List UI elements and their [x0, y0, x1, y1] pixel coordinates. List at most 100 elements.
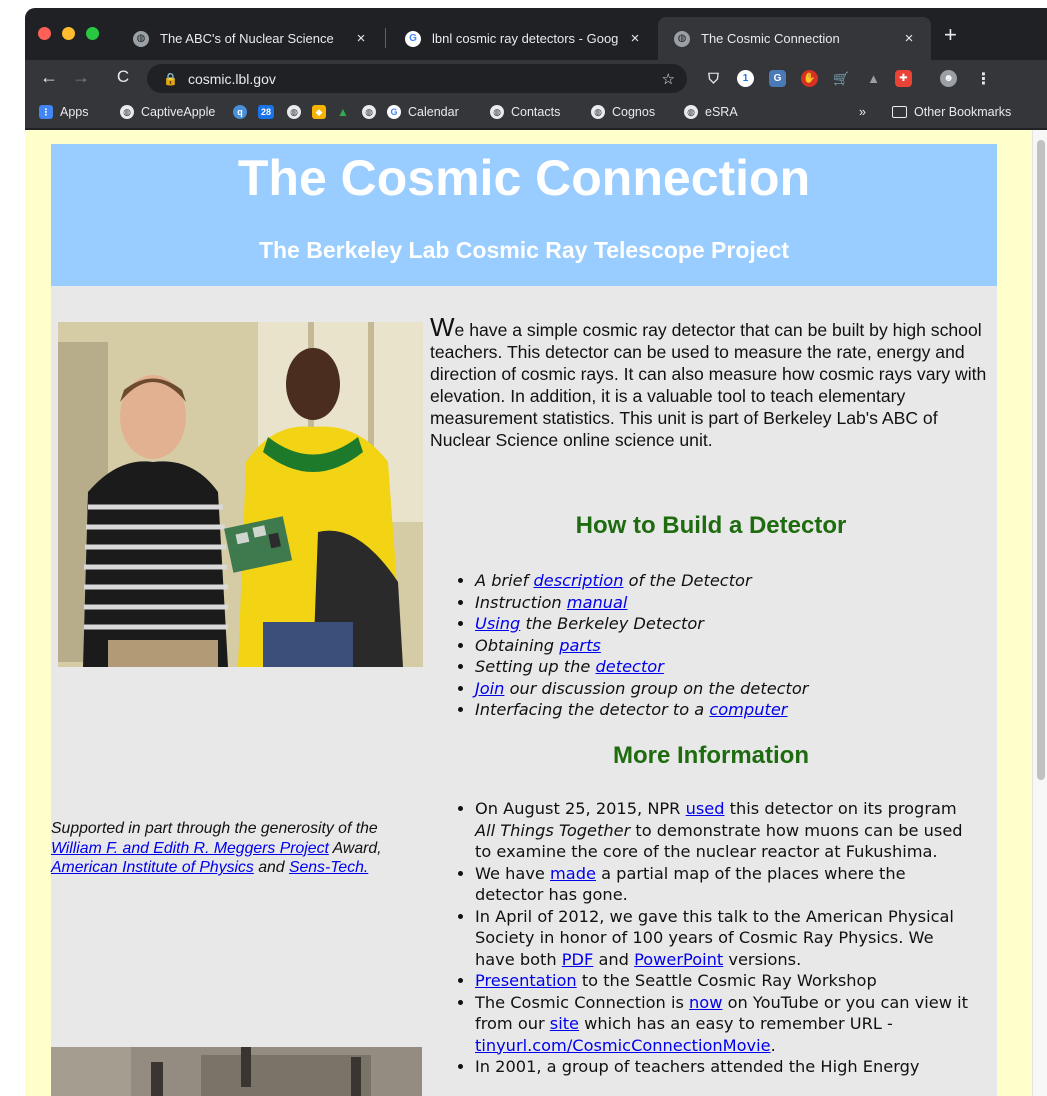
onepassword-icon[interactable]: 1	[737, 70, 754, 87]
bookmark-keep[interactable]: ◆	[312, 105, 333, 119]
sens-tech-link[interactable]: Sens-Tech.	[289, 859, 368, 876]
search-icon: q	[233, 105, 247, 119]
page-title: The Cosmic Connection	[237, 150, 811, 206]
page-banner: The Cosmic Connection The Berkeley Lab C…	[51, 144, 997, 286]
computer-link[interactable]: computer	[709, 700, 787, 719]
description-link[interactable]: description	[533, 571, 623, 590]
tab-google-search[interactable]: G lbnl cosmic ray detectors - Goog ×	[389, 17, 657, 60]
zoom-window-button[interactable]	[86, 27, 99, 40]
globe-icon: ◍	[591, 105, 605, 119]
list-item: Using the Berkeley Detector	[475, 613, 808, 635]
more-info-heading: More Information	[613, 742, 809, 769]
bookmark-esra[interactable]: ◍ eSRA	[684, 105, 738, 119]
bookmark-captiveapple[interactable]: ◍ CaptiveApple	[120, 105, 215, 119]
bookmark-cognos[interactable]: ◍ Cognos	[591, 105, 655, 119]
new-tab-button[interactable]: +	[944, 24, 957, 46]
globe-icon: ◍	[674, 30, 690, 47]
clipper-icon[interactable]: ✚	[895, 70, 912, 87]
minimize-window-button[interactable]	[62, 27, 75, 40]
list-item: Presentation to the Seattle Cosmic Ray W…	[475, 970, 975, 992]
cart-icon[interactable]: 🛒	[833, 70, 850, 87]
build-heading: How to Build a Detector	[575, 512, 847, 539]
globe-icon: ◍	[133, 30, 149, 47]
reload-icon[interactable]: C	[111, 67, 135, 87]
globe-icon: ◍	[362, 105, 376, 119]
list-item: In 2001, a group of teachers attended th…	[475, 1056, 975, 1078]
youtube-now-link[interactable]: now	[689, 993, 722, 1012]
forward-arrow-icon[interactable]: →	[69, 67, 93, 88]
globe-icon: ◍	[287, 105, 301, 119]
bookmarks-bar: ⋮ Apps ◍ CaptiveApple q 28 ◍ ◆ ▲ ◍ G Cal…	[25, 97, 1047, 129]
npr-used-link[interactable]: used	[686, 799, 725, 818]
tab-cosmic-connection[interactable]: ◍ The Cosmic Connection ×	[658, 17, 931, 60]
scrollbar-thumb[interactable]	[1037, 140, 1045, 780]
back-arrow-icon[interactable]: ←	[37, 67, 61, 88]
drive-icon: ▲	[337, 105, 349, 119]
tab-abc-nuclear-science[interactable]: ◍ The ABC's of Nuclear Science ×	[117, 17, 383, 60]
avatar[interactable]: ☻	[940, 70, 957, 87]
meggers-project-link[interactable]: William F. and Edith R. Meggers Project	[51, 840, 329, 857]
bookmark-other[interactable]: Other Bookmarks	[892, 105, 1011, 119]
bookmark-apps[interactable]: ⋮ Apps	[39, 105, 89, 119]
list-item: On August 25, 2015, NPR used this detect…	[475, 798, 975, 863]
map-made-link[interactable]: made	[550, 864, 596, 883]
tab-separator	[385, 28, 386, 48]
browser-window: ◍ The ABC's of Nuclear Science × G lbnl …	[25, 8, 1047, 1096]
close-icon[interactable]: ×	[353, 30, 369, 47]
star-icon[interactable]: ☆	[662, 70, 675, 88]
address-bar[interactable]: 🔒 cosmic.lbl.gov ☆	[147, 64, 687, 93]
web-viewport: The Cosmic Connection The Berkeley Lab C…	[25, 130, 1047, 1096]
bookmark-search[interactable]: q	[233, 105, 254, 119]
bookmark-label: CaptiveApple	[141, 105, 216, 119]
close-window-button[interactable]	[38, 27, 51, 40]
bookmark-calendar-28[interactable]: 28	[258, 105, 281, 119]
bookmarks-overflow-button[interactable]: »	[859, 105, 866, 119]
adblock-icon[interactable]: ✋	[801, 70, 818, 87]
manual-link[interactable]: manual	[567, 593, 628, 612]
pdf-link[interactable]: PDF	[562, 950, 594, 969]
google-icon: G	[405, 30, 421, 47]
bookmark-calendar[interactable]: G Calendar	[387, 105, 459, 119]
globe-icon: ◍	[490, 105, 504, 119]
intro-dropcap: W	[430, 312, 455, 342]
menu-icon[interactable]: ⋮	[975, 70, 992, 88]
bookmark-label: Apps	[60, 105, 89, 119]
list-item: Join our discussion group on the detecto…	[475, 678, 808, 700]
pocket-icon[interactable]: ⛉	[705, 70, 722, 87]
drive-icon[interactable]: ▲	[865, 70, 882, 87]
folder-icon	[892, 106, 907, 118]
page-content: The Cosmic Connection The Berkeley Lab C…	[51, 144, 997, 1096]
vertical-scrollbar[interactable]	[1032, 130, 1047, 1096]
presentation-link[interactable]: Presentation	[475, 971, 577, 990]
bookmark-globe[interactable]: ◍	[287, 105, 308, 119]
detector-link[interactable]: detector	[596, 657, 664, 676]
aip-link[interactable]: American Institute of Physics	[51, 859, 254, 876]
tinyurl-link[interactable]: tinyurl.com/CosmicConnectionMovie	[475, 1036, 771, 1055]
intro-paragraph: We have a simple cosmic ray detector tha…	[430, 314, 992, 451]
using-link[interactable]: Using	[475, 614, 520, 633]
bookmark-contacts[interactable]: ◍ Contacts	[490, 105, 560, 119]
bookmark-globe-2[interactable]: ◍	[362, 105, 383, 119]
parts-link[interactable]: parts	[559, 636, 601, 655]
site-link[interactable]: site	[550, 1014, 579, 1033]
translate-icon[interactable]: G	[769, 70, 786, 87]
bookmark-drive[interactable]: ▲	[336, 105, 357, 119]
list-item: Interfacing the detector to a computer	[475, 699, 808, 721]
lock-icon: 🔒	[163, 71, 178, 86]
list-item: The Cosmic Connection is now on YouTube …	[475, 992, 975, 1057]
page-subtitle: The Berkeley Lab Cosmic Ray Telescope Pr…	[258, 237, 790, 263]
list-item: Setting up the detector	[475, 656, 808, 678]
join-link[interactable]: Join	[475, 679, 504, 698]
list-item: In April of 2012, we gave this talk to t…	[475, 906, 975, 971]
bookmark-label: Calendar	[408, 105, 459, 119]
more-info-list: On August 25, 2015, NPR used this detect…	[475, 798, 975, 1078]
keep-icon: ◆	[312, 105, 326, 119]
detector-hardware-photo	[51, 1047, 422, 1096]
close-icon[interactable]: ×	[627, 30, 643, 47]
tab-title: lbnl cosmic ray detectors - Goog	[432, 31, 619, 46]
bookmark-label: Contacts	[511, 105, 561, 119]
intro-text: e have a simple cosmic ray detector that…	[430, 320, 987, 450]
powerpoint-link[interactable]: PowerPoint	[634, 950, 723, 969]
close-icon[interactable]: ×	[901, 30, 917, 47]
apps-grid-icon: ⋮	[39, 105, 53, 119]
